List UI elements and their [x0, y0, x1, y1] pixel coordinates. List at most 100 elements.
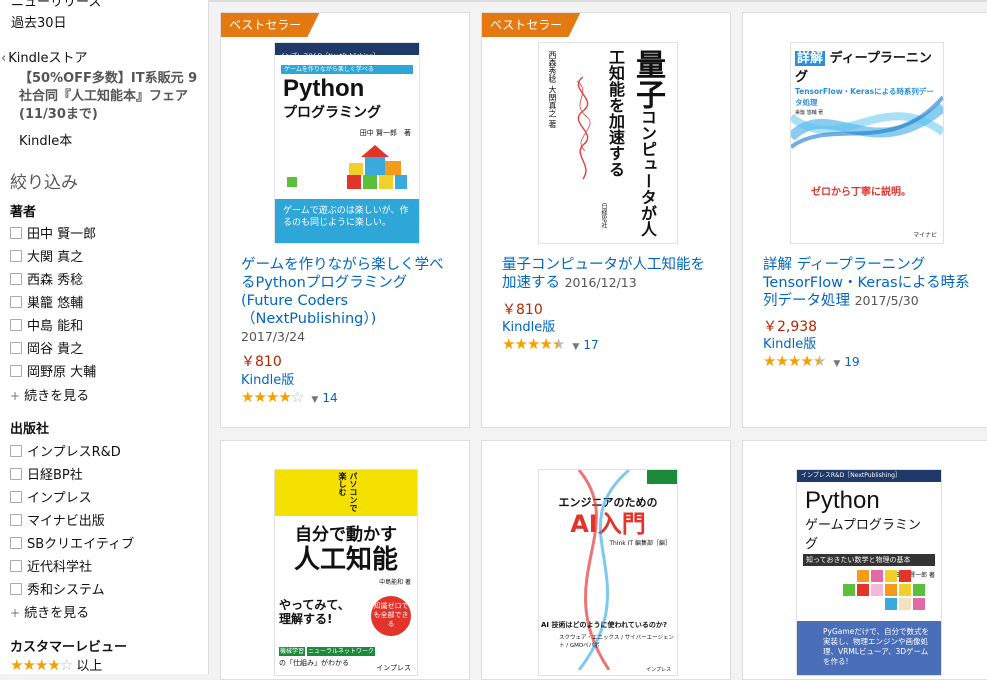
author-filter-item[interactable]: 岡野原 大輔: [10, 361, 96, 380]
publisher-filter-item[interactable]: 日経BP社: [10, 464, 83, 483]
checkbox[interactable]: [10, 250, 22, 262]
review-count[interactable]: 17: [583, 338, 598, 352]
publisher-filter-item[interactable]: 秀和システム: [10, 579, 105, 598]
review-filter-heading: カスタマーレビュー: [10, 640, 128, 655]
filter-label: 岡谷 貴之: [27, 342, 84, 357]
publisher-filter-item[interactable]: マイナビ出版: [10, 510, 105, 529]
rating[interactable]: ★★★★★ ▼ 17: [502, 335, 599, 353]
plus-icon: +: [10, 389, 21, 403]
author-filter-item[interactable]: 田中 賢一郎: [10, 223, 96, 242]
product-title-link[interactable]: ゲームを作りながら楽しく学べるPythonプログラミング (Future Cod…: [241, 256, 451, 346]
product-card[interactable]: 詳解 ディープラーニング TensorFlow・Kerasによる時系列データ処理…: [742, 12, 987, 428]
publisher-filter-item[interactable]: インプレスR&D: [10, 441, 121, 460]
caret-down-icon[interactable]: ▼: [833, 359, 840, 369]
back-label: Kindleストア: [8, 51, 88, 66]
promo-category-link[interactable]: 【50%OFF多数】IT系販元 9社合同『人工知能本』フェア(11/30まで): [19, 70, 204, 124]
rating[interactable]: ★★★★★ ▼ 19: [763, 352, 860, 370]
star-icon: ★: [800, 352, 813, 370]
filter-label: インプレスR&D: [27, 445, 121, 460]
publisher-filter-item[interactable]: インプレス: [10, 487, 92, 506]
book-cover[interactable]: 詳解 ディープラーニング TensorFlow・Kerasによる時系列データ処理…: [790, 42, 944, 244]
format-link[interactable]: Kindle版: [241, 369, 294, 388]
product-card[interactable]: インプレスR&D［NextPublishing］ Python ゲームプログラミ…: [742, 440, 987, 680]
star-icon: ★: [34, 656, 48, 674]
author-filter-item[interactable]: 大関 真之: [10, 246, 83, 265]
checkbox[interactable]: [10, 296, 22, 308]
chevron-left-icon: ‹: [1, 51, 7, 66]
product-title-link[interactable]: 量子コンピュータが人工知能を加速する 2016/12/13: [502, 256, 712, 292]
author-filter-item[interactable]: 西森 秀稔: [10, 269, 83, 288]
format-link[interactable]: Kindle版: [763, 333, 816, 352]
product-title-link[interactable]: 詳解 ディープラーニング TensorFlow・Kerasによる時系列データ処理…: [763, 256, 973, 310]
filter-label: 近代科学社: [27, 560, 93, 575]
wave-illustration: [791, 95, 943, 149]
star-half-icon: ★: [551, 335, 565, 353]
cover-band: PyGameだけで、自分で数式を実装し、物理エンジンや画像処理、VRMLビューア…: [797, 621, 941, 675]
checkbox[interactable]: [10, 468, 22, 480]
author-filter-heading: 著者: [10, 205, 37, 220]
new-release-link[interactable]: ニューリリース: [11, 0, 101, 10]
checkbox[interactable]: [10, 273, 22, 285]
see-more-label: 続きを見る: [24, 389, 90, 404]
publisher-filter-item[interactable]: SBクリエイティブ: [10, 533, 134, 552]
bestseller-badge: ベストセラー: [221, 13, 320, 37]
kindle-books-link[interactable]: Kindle本: [19, 130, 72, 149]
star-icon: ★: [265, 388, 279, 406]
checkbox[interactable]: [10, 583, 22, 595]
last-30-days-link[interactable]: 過去30日: [11, 12, 67, 31]
checkbox[interactable]: [10, 445, 22, 457]
rating[interactable]: ★★★★☆ ▼ 14: [241, 388, 338, 406]
book-cover[interactable]: パソコンで楽しむ 自分で動かす 人工知能 中島能和 著 やってみて、 理解する! …: [274, 469, 418, 676]
star-icon: ★: [278, 388, 291, 406]
product-card[interactable]: パソコンで楽しむ 自分で動かす 人工知能 中島能和 著 やってみて、 理解する! …: [220, 440, 470, 680]
author-filter-item[interactable]: 中島 能和: [10, 315, 83, 334]
filter-label: 大関 真之: [27, 250, 84, 265]
blocks-illustration: [287, 145, 407, 189]
checkbox[interactable]: [10, 560, 22, 572]
author-filter-item[interactable]: 岡谷 貴之: [10, 338, 83, 357]
review-count[interactable]: 14: [322, 391, 337, 405]
seal: 知識ゼロでも全部できる: [371, 596, 411, 636]
review-count[interactable]: 19: [844, 355, 859, 369]
checkbox[interactable]: [10, 537, 22, 549]
checkbox[interactable]: [10, 491, 22, 503]
filter-label: 西森 秀稔: [27, 273, 84, 288]
star-icon: ★: [47, 656, 60, 674]
book-cover[interactable]: インプレスR&D［NextPublishing］ ゲームを作りながら楽しく学べる…: [274, 42, 420, 244]
product-card[interactable]: ベストセラー 量子コンピュータが人工知能を加速する 西森秀稔 大関真之 著 日経…: [481, 12, 731, 428]
product-title: ゲームを作りながら楽しく学べるPythonプログラミング (Future Cod…: [241, 257, 444, 327]
filter-label: インプレス: [27, 491, 92, 506]
plus-icon: +: [10, 606, 21, 620]
checkbox[interactable]: [10, 342, 22, 354]
review-4-up-filter[interactable]: ★★★★☆ 以上: [10, 655, 102, 674]
book-cover[interactable]: 量子コンピュータが人工知能を加速する 西森秀稔 大関真之 著 日経BP社: [538, 42, 678, 244]
star-icon: ★: [787, 352, 801, 370]
checkbox[interactable]: [10, 514, 22, 526]
product-date: 2016/12/13: [564, 275, 637, 290]
filter-label: マイナビ出版: [27, 514, 105, 529]
product-card[interactable]: エンジニアのための AI入門 Think IT 編集部［編］ AI 技術はどのよ…: [481, 440, 731, 680]
author-see-more[interactable]: + 続きを見る: [10, 385, 89, 404]
author-filter-item[interactable]: 巣籠 悠輔: [10, 292, 83, 311]
publisher-filter-item[interactable]: 近代科学社: [10, 556, 92, 575]
star-icon: ★: [539, 335, 552, 353]
book-cover[interactable]: インプレスR&D［NextPublishing］ Python ゲームプログラミ…: [796, 469, 942, 676]
star-icon: ★: [775, 352, 788, 370]
star-icon: ★: [763, 352, 776, 370]
back-to-kindle-store[interactable]: ‹ Kindleストア: [1, 47, 87, 66]
product-card[interactable]: ベストセラー インプレスR&D［NextPublishing］ ゲームを作りなが…: [220, 12, 470, 428]
bestseller-badge: ベストセラー: [482, 13, 581, 37]
publisher-see-more[interactable]: + 続きを見る: [10, 602, 89, 621]
caret-down-icon[interactable]: ▼: [311, 395, 318, 405]
checkbox[interactable]: [10, 227, 22, 239]
cover-series-bar: インプレスR&D［NextPublishing］: [275, 43, 419, 60]
caret-down-icon[interactable]: ▼: [572, 342, 579, 352]
book-cover[interactable]: エンジニアのための AI入門 Think IT 編集部［編］ AI 技術はどのよ…: [538, 469, 678, 676]
cover-band: ゲームで遊ぶのは楽しいが、作るのも同じように楽しい。: [275, 199, 419, 243]
see-more-label: 続きを見る: [24, 606, 90, 621]
blocks-illustration: [843, 570, 925, 610]
checkbox[interactable]: [10, 365, 22, 377]
checkbox[interactable]: [10, 319, 22, 331]
format-link[interactable]: Kindle版: [502, 316, 555, 335]
star-icon: ★: [526, 335, 540, 353]
